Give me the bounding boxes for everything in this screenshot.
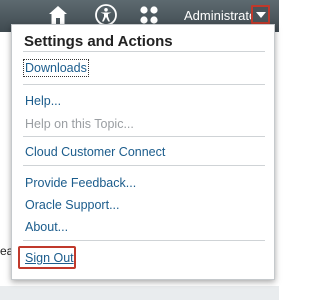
menu-item-help-on-topic[interactable]: Help on this Topic... [25, 117, 134, 131]
menu-divider [23, 136, 265, 137]
background-strip [0, 286, 279, 300]
menu-divider [23, 84, 265, 85]
menu-item-oracle-support[interactable]: Oracle Support... [25, 198, 120, 212]
settings-dropdown-button[interactable] [251, 5, 270, 24]
settings-menu: Settings and Actions Downloads Help... H… [11, 24, 275, 280]
user-name[interactable]: Administrator [184, 8, 261, 23]
menu-item-sign-out[interactable]: Sign Out [25, 251, 74, 265]
menu-item-about[interactable]: About... [25, 220, 68, 234]
menu-item-help[interactable]: Help... [25, 94, 61, 108]
accessibility-icon[interactable] [95, 4, 117, 26]
home-icon[interactable] [47, 4, 69, 26]
menu-item-provide-feedback[interactable]: Provide Feedback... [25, 176, 136, 190]
menu-title: Settings and Actions [24, 33, 173, 50]
menu-divider [23, 165, 265, 166]
menu-item-downloads[interactable]: Downloads [23, 59, 89, 77]
menu-item-cloud-customer-connect[interactable]: Cloud Customer Connect [25, 145, 165, 159]
menu-divider [23, 51, 265, 52]
menu-divider [23, 240, 265, 241]
apps-grid-icon[interactable] [138, 4, 160, 26]
